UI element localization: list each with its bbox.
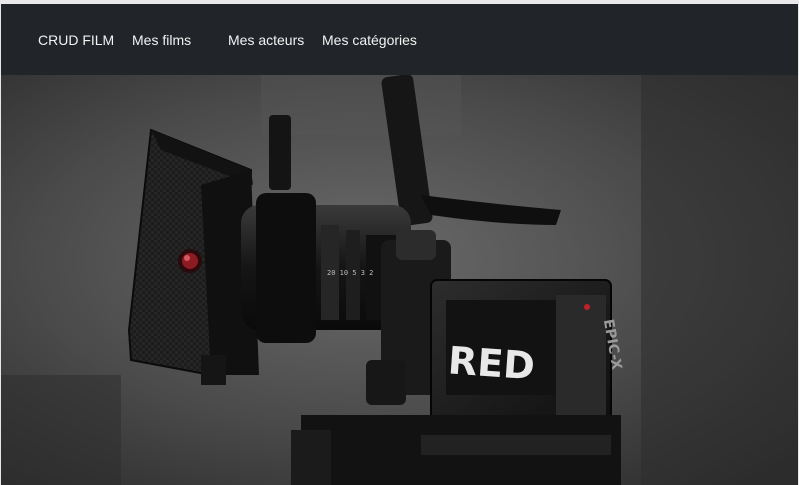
top-navbar: CRUD FILM Mes films Mes acteurs Mes caté… — [1, 4, 798, 75]
lens-scale: 20 10 5 3 2 — [327, 269, 373, 277]
nav-link-categories[interactable]: Mes catégories — [322, 32, 417, 48]
camera-brand-label: RED — [447, 338, 537, 388]
brand-link[interactable]: CRUD FILM — [38, 32, 114, 48]
hero-camera-image: 20 10 5 3 2 RED EPIC-X — [1, 75, 798, 485]
nav-link-acteurs[interactable]: Mes acteurs — [228, 32, 304, 48]
nav-link-films[interactable]: Mes films — [132, 32, 191, 48]
hero-banner: 20 10 5 3 2 RED EPIC-X — [1, 75, 798, 485]
